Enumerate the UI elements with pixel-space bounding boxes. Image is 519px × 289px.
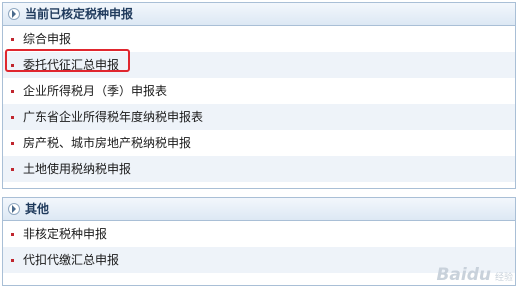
list-item-label: 土地使用税纳税申报: [23, 162, 132, 176]
bullet-icon: [11, 89, 14, 93]
bullet-icon: [11, 63, 14, 67]
list-item-label: 广东省企业所得税年度纳税申报表: [23, 110, 204, 124]
list-item-non-assessed-tax[interactable]: 非核定税种申报: [3, 221, 515, 247]
bullet-icon: [11, 141, 14, 145]
list-item-comprehensive[interactable]: 综合申报: [3, 26, 515, 52]
chevron-right-icon[interactable]: [8, 203, 20, 215]
declaration-list: 综合申报 委托代征汇总申报 企业所得税月（季）申报表 广东省企业所得税年度纳税申…: [3, 26, 515, 182]
list-item-label: 代扣代缴汇总申报: [23, 253, 120, 267]
bullet-icon: [11, 232, 14, 236]
list-item-land-use-tax[interactable]: 土地使用税纳税申报: [3, 156, 515, 182]
panel-current-tax-declaration: 当前已核定税种申报 综合申报 委托代征汇总申报 企业所得税月（季）申报表 广东省…: [2, 2, 516, 189]
list-item-property-tax[interactable]: 房产税、城市房地产税纳税申报: [3, 130, 515, 156]
panel-header[interactable]: 当前已核定税种申报: [3, 3, 515, 26]
list-item-enterprise-income-tax-annual[interactable]: 广东省企业所得税年度纳税申报表: [3, 104, 515, 130]
list-item-label: 非核定税种申报: [23, 227, 108, 241]
panel-header[interactable]: 其他: [3, 198, 515, 221]
bullet-icon: [11, 115, 14, 119]
panel-title: 其他: [25, 202, 50, 216]
list-item-label: 委托代征汇总申报: [23, 58, 120, 72]
list-item-label: 企业所得税月（季）申报表: [23, 84, 168, 98]
bullet-icon: [11, 167, 14, 171]
watermark-subtitle: 经验: [494, 273, 513, 283]
panel-title: 当前已核定税种申报: [25, 7, 134, 21]
list-item-label: 综合申报: [23, 32, 72, 46]
list-item-enterprise-income-tax-monthly[interactable]: 企业所得税月（季）申报表: [3, 78, 515, 104]
list-item-label: 房产税、城市房地产税纳税申报: [23, 136, 192, 150]
baidu-jingyan-watermark: Baidu 经验: [436, 265, 513, 285]
watermark-logo: Baidu: [436, 265, 491, 285]
bullet-icon: [11, 37, 14, 41]
chevron-right-icon[interactable]: [8, 8, 20, 20]
list-item-entrusted-collection[interactable]: 委托代征汇总申报: [3, 52, 515, 78]
bullet-icon: [11, 258, 14, 262]
